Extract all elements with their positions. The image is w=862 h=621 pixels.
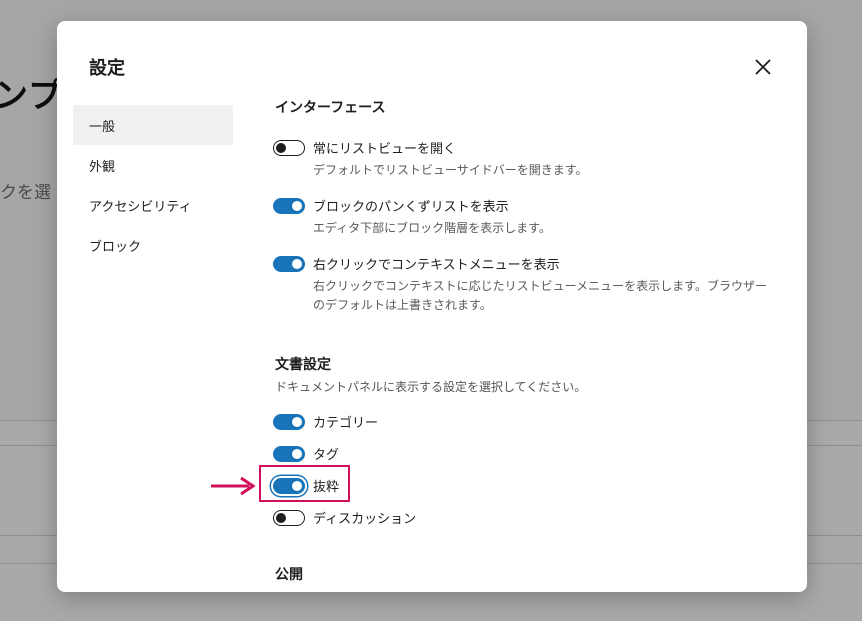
modal-title: 設定 xyxy=(89,58,125,79)
option-label: 右クリックでコンテキストメニューを表示 xyxy=(313,258,560,273)
toggle-switch[interactable] xyxy=(273,413,305,430)
option-list-view[interactable]: 常にリストビューを開く xyxy=(273,138,456,157)
toggle-switch[interactable] xyxy=(273,509,305,526)
option-discussion[interactable]: ディスカッション xyxy=(273,508,416,527)
sidebar-item-blocks[interactable]: ブロック xyxy=(73,225,233,265)
section-title-publish: 公開 xyxy=(275,567,303,583)
sidebar-item-appearance[interactable]: 外観 xyxy=(73,145,233,185)
toggle-switch[interactable] xyxy=(273,139,305,156)
section-title-interface: インターフェース xyxy=(275,100,386,116)
option-help: エディタ下部にブロック階層を表示します。 xyxy=(313,221,551,235)
option-label: カテゴリー xyxy=(313,416,379,431)
settings-sidebar: 一般 外観 アクセシビリティ ブロック xyxy=(73,105,233,265)
background-page-subtitle: クを選 xyxy=(0,183,51,203)
option-breadcrumbs[interactable]: ブロックのパンくずリストを表示 xyxy=(273,196,509,215)
highlight-box xyxy=(259,465,350,502)
close-icon xyxy=(755,59,771,75)
sidebar-item-label: 一般 xyxy=(89,119,116,135)
option-help: 右クリックでコンテキストに応じたリストビューメニューを表示します。ブラウザーのデ… xyxy=(313,279,767,312)
option-label: ブロックのパンくずリストを表示 xyxy=(313,200,509,215)
sidebar-item-label: アクセシビリティ xyxy=(89,199,192,215)
sidebar-item-label: ブロック xyxy=(89,239,142,255)
option-categories[interactable]: カテゴリー xyxy=(273,412,378,431)
option-label: タグ xyxy=(313,448,340,463)
option-help: デフォルトでリストビューサイドバーを開きます。 xyxy=(313,163,588,177)
close-button[interactable] xyxy=(747,51,779,83)
toggle-switch[interactable] xyxy=(273,255,305,272)
option-label: 常にリストビューを開く xyxy=(313,142,457,157)
sidebar-item-general[interactable]: 一般 xyxy=(73,105,233,145)
sidebar-item-label: 外観 xyxy=(89,159,116,175)
option-tags[interactable]: タグ xyxy=(273,444,339,463)
arrow-right-icon xyxy=(211,476,256,496)
option-context-menu[interactable]: 右クリックでコンテキストメニューを表示 xyxy=(273,254,560,273)
toggle-switch[interactable] xyxy=(273,197,305,214)
section-description: ドキュメントパネルに表示する設定を選択してください。 xyxy=(275,380,587,394)
section-title-document: 文書設定 xyxy=(275,357,331,373)
settings-modal: 設定 一般 外観 アクセシビリティ ブロック インターフェース 常にリストビュー… xyxy=(57,21,807,592)
sidebar-item-accessibility[interactable]: アクセシビリティ xyxy=(73,185,233,225)
toggle-switch[interactable] xyxy=(273,445,305,462)
option-label: ディスカッション xyxy=(313,512,417,527)
background-page-title: ンプ xyxy=(0,76,63,116)
